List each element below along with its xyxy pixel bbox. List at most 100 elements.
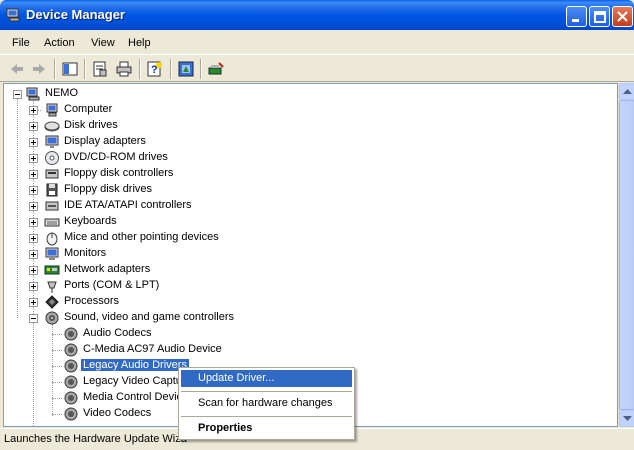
update-driver-menu-item[interactable]: Update Driver...: [181, 370, 352, 387]
scroll-up-button[interactable]: [619, 83, 634, 100]
toolbar-separator: [139, 59, 141, 79]
scan-hardware-menu-item[interactable]: Scan for hardware changes: [181, 395, 352, 412]
properties-menu-item[interactable]: Properties: [181, 420, 352, 437]
tree-item-label: Network adapters: [64, 263, 151, 275]
scan-hardware-button[interactable]: [207, 60, 225, 78]
tree-item[interactable]: Network adapters: [4, 262, 304, 278]
ide-controller-icon: [45, 201, 59, 211]
tree-item[interactable]: Floppy disk drives: [4, 182, 304, 198]
print-icon: [116, 61, 132, 77]
tree-child-label: Audio Codecs: [83, 327, 152, 339]
status-text: Launches the Hardware Update Wiza: [4, 433, 187, 445]
cdrom-icon: [45, 151, 59, 165]
tree-child-item[interactable]: Audio Codecs: [4, 326, 304, 342]
expand-toggle[interactable]: [29, 266, 38, 275]
speaker-icon: [45, 311, 59, 325]
menu-help[interactable]: Help: [128, 37, 151, 49]
tree-child-label: Video Codecs: [83, 407, 152, 419]
tree-item[interactable]: Display adapters: [4, 134, 304, 150]
tree-item[interactable]: Sound, video and game controllers: [4, 310, 304, 326]
toolbar-separator: [84, 59, 86, 79]
tree-child-label: C-Media AC97 Audio Device: [83, 343, 222, 355]
monitor-icon: [45, 247, 59, 260]
tree-item-label: Floppy disk controllers: [64, 167, 174, 179]
menu-view[interactable]: View: [91, 37, 115, 49]
tree-item[interactable]: Processors: [4, 294, 304, 310]
tree-item-label: Monitors: [64, 247, 107, 259]
tree-line: [52, 398, 62, 399]
expand-toggle[interactable]: [29, 154, 38, 163]
speaker-icon: [64, 359, 78, 373]
speaker-icon: [64, 407, 78, 421]
minimize-button[interactable]: [566, 6, 587, 27]
menu-bar: File Action View Help: [0, 30, 634, 54]
toolbar: ?: [0, 54, 634, 82]
menu-file[interactable]: File: [12, 37, 30, 49]
help-button[interactable]: ?: [146, 60, 164, 78]
scroll-thumb[interactable]: [619, 100, 634, 410]
menu-action[interactable]: Action: [44, 37, 75, 49]
scroll-down-button[interactable]: [619, 410, 634, 427]
vertical-scrollbar[interactable]: [618, 83, 634, 427]
show-hide-tree-icon: [62, 62, 78, 76]
expand-toggle[interactable]: [29, 106, 38, 115]
tree-item[interactable]: IDE ATA/ATAPI controllers: [4, 198, 304, 214]
forward-button[interactable]: [30, 60, 48, 78]
tree-child-item[interactable]: C-Media AC97 Audio Device: [4, 342, 304, 358]
tree-item-label: Floppy disk drives: [64, 183, 153, 195]
tree-root[interactable]: NEMO: [4, 86, 204, 102]
expand-toggle[interactable]: [29, 250, 38, 259]
tree-item[interactable]: Keyboards: [4, 214, 304, 230]
expand-toggle[interactable]: [29, 122, 38, 131]
tree-item[interactable]: Mice and other pointing devices: [4, 230, 304, 246]
arrow-up-icon: [623, 89, 632, 94]
tree-item-label: Disk drives: [64, 119, 118, 131]
expand-toggle[interactable]: [29, 170, 38, 179]
maximize-icon: [594, 11, 606, 23]
print-button[interactable]: [115, 60, 133, 78]
tree-item-label: Ports (COM & LPT): [64, 279, 160, 291]
tree-item-label: Keyboards: [64, 215, 117, 227]
show-hide-tree-button[interactable]: [61, 60, 79, 78]
expand-toggle[interactable]: [29, 282, 38, 291]
title-bar[interactable]: Device Manager: [0, 0, 634, 30]
expand-toggle[interactable]: [29, 186, 38, 195]
tree-item[interactable]: Disk drives: [4, 118, 304, 134]
tree-child-label: Legacy Video Captu: [83, 375, 182, 387]
scan-hardware-icon: [208, 62, 224, 75]
maximize-button[interactable]: [589, 6, 610, 27]
disk-drive-icon: [44, 121, 60, 132]
tree-line: [52, 350, 62, 351]
update-driver-icon: [178, 61, 194, 77]
collapse-toggle[interactable]: [13, 90, 22, 99]
minimize-icon: [572, 19, 579, 22]
expand-toggle[interactable]: [29, 202, 38, 211]
toolbar-separator: [200, 59, 202, 79]
tree-item[interactable]: Floppy disk controllers: [4, 166, 304, 182]
expand-toggle[interactable]: [29, 218, 38, 227]
close-icon: [617, 11, 628, 22]
update-driver-button[interactable]: [177, 60, 195, 78]
close-button[interactable]: [612, 6, 633, 27]
context-menu: Update Driver... Scan for hardware chang…: [178, 367, 355, 440]
properties-button[interactable]: [91, 60, 109, 78]
tree-line: [52, 414, 62, 415]
toolbar-separator: [170, 59, 172, 79]
tree-item-label: Processors: [64, 295, 120, 307]
properties-icon: [93, 61, 107, 77]
device-manager-icon: [6, 8, 20, 22]
expand-toggle[interactable]: [29, 234, 38, 243]
menu-separator: [181, 416, 352, 417]
collapse-toggle[interactable]: [29, 314, 38, 323]
tree-item[interactable]: DVD/CD-ROM drives: [4, 150, 304, 166]
tree-item[interactable]: Monitors: [4, 246, 304, 262]
floppy-controller-icon: [45, 169, 59, 179]
expand-toggle[interactable]: [29, 298, 38, 307]
menu-separator: [181, 391, 352, 392]
back-button[interactable]: [8, 60, 26, 78]
tree-item-label: IDE ATA/ATAPI controllers: [64, 199, 192, 211]
floppy-drive-icon: [46, 183, 58, 197]
tree-item[interactable]: Ports (COM & LPT): [4, 278, 304, 294]
expand-toggle[interactable]: [29, 138, 38, 147]
tree-item[interactable]: Computer: [4, 102, 304, 118]
